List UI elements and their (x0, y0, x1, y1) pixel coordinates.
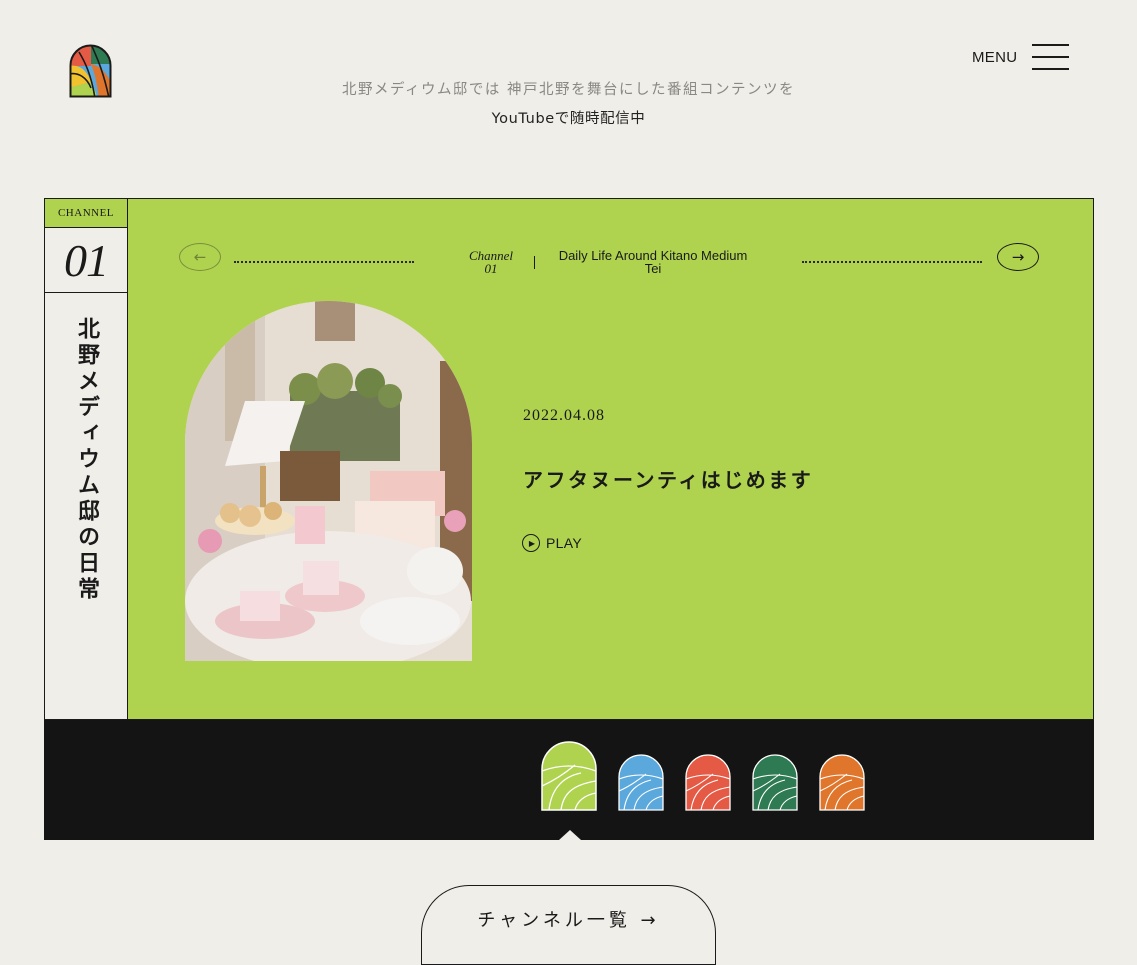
channel-icon-03[interactable] (685, 754, 731, 811)
episode-date: 2022.04.08 (523, 407, 605, 424)
arrow-right-icon: → (1011, 247, 1025, 266)
channel-name-line-2: Tei (644, 261, 662, 276)
menu-label: MENU (972, 48, 1018, 66)
channel-main: ← Channel 01 Daily Life Around Kitano Me… (128, 198, 1094, 720)
menu-button[interactable]: MENU (972, 44, 1070, 70)
channel-arch-icon (819, 754, 865, 811)
channel-label: Channel 01 (458, 249, 524, 275)
channel-selector (44, 720, 1094, 840)
arrow-left-icon: ← (193, 247, 207, 266)
channel-arch-icon (685, 754, 731, 811)
divider-dotted-right (802, 261, 982, 263)
intro-text: 北野メディウム邸では 神戸北野を舞台にした番組コンテンツを YouTubeで随時… (0, 76, 1137, 134)
next-episode-button[interactable]: → (997, 243, 1039, 271)
channel-panel: CHANNEL 01 北野メディウム邸の日常 ← Channel 01 Dail… (44, 198, 1094, 840)
play-label: PLAY (546, 535, 582, 551)
channel-icon-01[interactable] (541, 741, 597, 811)
hamburger-icon (1032, 44, 1070, 70)
channel-arch-icon (752, 754, 798, 811)
active-channel-pointer (559, 830, 581, 840)
prev-episode-button[interactable]: ← (179, 243, 221, 271)
afternoon-tea-photo-icon (185, 301, 472, 661)
channel-list-button[interactable]: チャンネル一覧 → (421, 885, 716, 965)
channel-name-en: Daily Life Around Kitano Medium Tei (547, 249, 759, 275)
channel-label-separator (534, 256, 535, 269)
channel-sidebar: CHANNEL 01 北野メディウム邸の日常 (44, 198, 128, 720)
play-icon: ▶ (522, 534, 540, 552)
channel-icon-05[interactable] (819, 754, 865, 811)
intro-line-2: YouTubeで随時配信中 (491, 111, 646, 127)
channel-icon-04[interactable] (752, 754, 798, 811)
channel-label-number: 01 (484, 261, 498, 276)
intro-line-1: 北野メディウム邸では 神戸北野を舞台にした番組コンテンツを (341, 82, 796, 98)
channel-icon-02[interactable] (618, 754, 664, 811)
channel-tag: CHANNEL (45, 199, 127, 228)
play-button[interactable]: ▶ PLAY (522, 534, 582, 552)
episode-thumbnail[interactable] (185, 301, 472, 661)
divider-dotted-left (234, 261, 414, 263)
channel-title-vertical: 北野メディウム邸の日常 (74, 317, 99, 603)
channel-arch-icon (618, 754, 664, 811)
channel-arch-icon (541, 741, 597, 811)
episode-title[interactable]: アフタヌーンティはじめます (523, 464, 813, 493)
channel-number: 01 (45, 228, 127, 293)
